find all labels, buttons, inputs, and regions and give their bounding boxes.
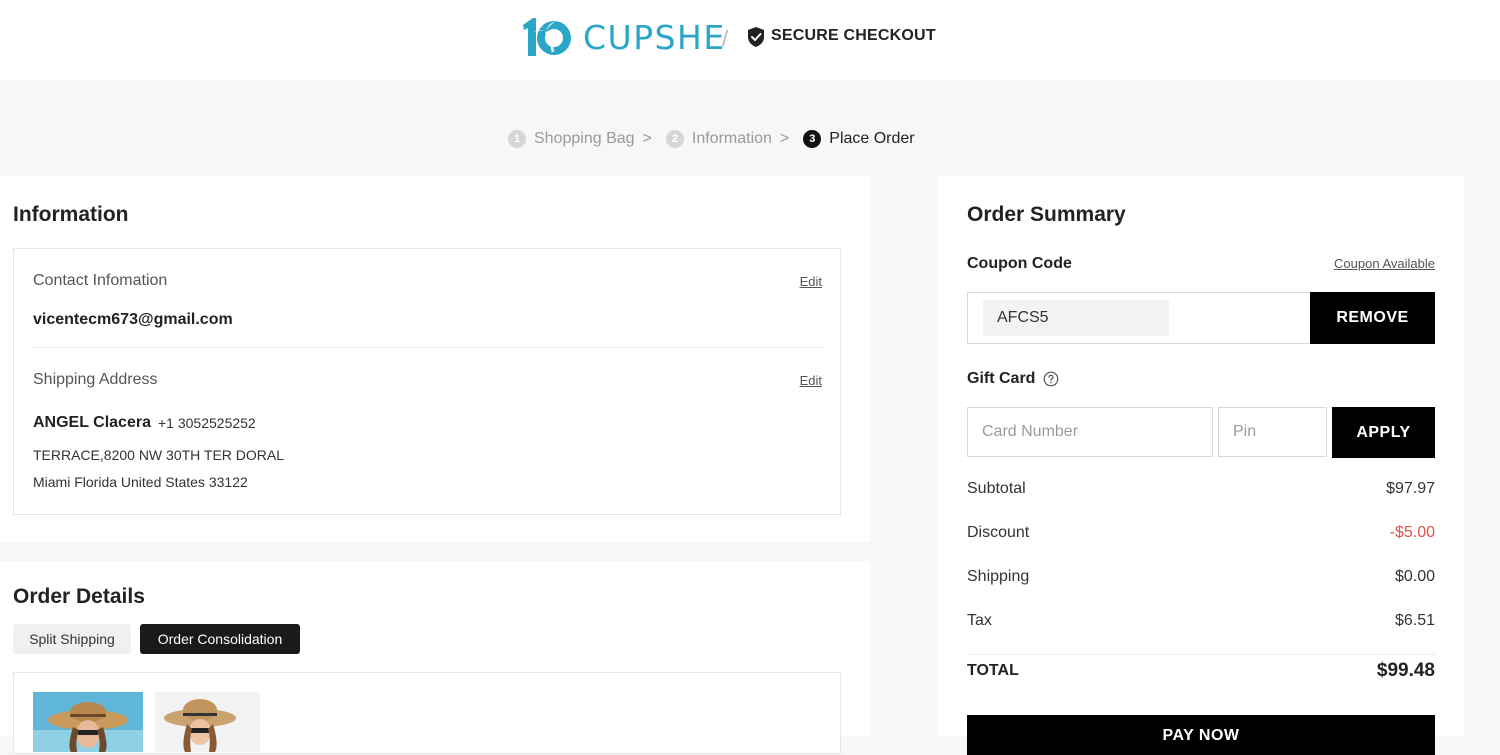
order-summary-title: Order Summary [967, 203, 1126, 226]
product-image[interactable] [155, 692, 260, 752]
tab-split-shipping[interactable]: Split Shipping [13, 624, 131, 654]
step-number: 3 [803, 130, 822, 148]
address-line-2: Miami Florida United States 33122 [33, 474, 248, 490]
header-separator: / [722, 26, 729, 51]
subtotal-row: Subtotal $97.97 [967, 480, 1435, 498]
step-number: 2 [665, 130, 684, 148]
subtotal-value: $97.97 [1386, 480, 1435, 497]
coupon-code-label: Coupon Code [967, 255, 1072, 272]
remove-coupon-button[interactable]: REMOVE [1310, 292, 1435, 344]
divider [967, 654, 1435, 655]
step-label: Place Order [829, 130, 915, 147]
shipping-address-label: Shipping Address [33, 371, 158, 388]
recipient-phone: +1 3052525252 [158, 415, 256, 431]
total-label: TOTAL [967, 662, 1019, 679]
order-details-card: Order Details Split Shipping Order Conso… [0, 561, 870, 754]
step-label: Information [691, 130, 772, 147]
tab-order-consolidation[interactable]: Order Consolidation [140, 624, 300, 654]
discount-row: Discount -$5.00 [967, 524, 1435, 542]
total-value: $99.48 [1376, 660, 1435, 681]
cupshe-logo-icon[interactable] [520, 16, 574, 58]
divider [33, 347, 823, 348]
shipping-value: $0.00 [1394, 568, 1435, 585]
secure-checkout-label: SECURE CHECKOUT [771, 27, 936, 44]
information-box: Contact Infomation Edit vicentecm673@gma… [13, 248, 841, 515]
contact-email: vicentecm673@gmail.com [33, 311, 233, 328]
information-title: Information [13, 203, 129, 226]
subtotal-label: Subtotal [967, 480, 1026, 497]
step-separator: > [779, 130, 790, 147]
discount-value: -$5.00 [1389, 524, 1435, 541]
information-card: Information Contact Infomation Edit vice… [0, 176, 870, 542]
coupon-available-link[interactable]: Coupon Available [1334, 256, 1435, 271]
step-separator: > [642, 130, 652, 147]
discount-label: Discount [967, 524, 1030, 541]
question-circle-icon[interactable] [1043, 371, 1059, 387]
checkout-steps: 1 Shopping Bag > 2 Information > 3 Place… [508, 128, 915, 150]
pay-now-button[interactable]: PAY NOW [967, 715, 1435, 755]
tax-row: Tax $6.51 [967, 612, 1435, 630]
checkout-header: CUPSHE / SECURE CHECKOUT [0, 0, 1500, 80]
coupon-input-box: AFCS5 [967, 292, 1310, 344]
tax-value: $6.51 [1394, 612, 1435, 629]
shield-check-icon [748, 27, 764, 47]
brand-name[interactable]: CUPSHE [583, 18, 726, 57]
gift-card-label: Gift Card [967, 370, 1036, 387]
shipping-label: Shipping [967, 568, 1030, 585]
gift-card-number-input[interactable] [967, 407, 1213, 457]
recipient-name: ANGEL Clacera [33, 414, 151, 431]
shipping-row: Shipping $0.00 [967, 568, 1435, 586]
step-shopping-bag[interactable]: 1 Shopping Bag [508, 130, 635, 148]
step-number: 1 [508, 130, 526, 148]
tax-label: Tax [967, 612, 992, 629]
step-place-order: 3 Place Order [803, 130, 915, 148]
contact-info-label: Contact Infomation [33, 272, 168, 289]
order-details-title: Order Details [13, 585, 145, 608]
applied-coupon: AFCS5 [983, 300, 1169, 336]
edit-contact-link[interactable]: Edit [800, 274, 822, 289]
order-summary-card: Order Summary Coupon Code Coupon Availab… [938, 176, 1464, 755]
order-items-box [13, 672, 841, 754]
apply-gift-card-button[interactable]: APPLY [1332, 407, 1435, 458]
total-row: TOTAL $99.48 [967, 660, 1435, 682]
product-image[interactable] [33, 692, 143, 752]
step-label: Shopping Bag [534, 130, 635, 147]
gift-card-pin-input[interactable] [1218, 407, 1327, 457]
edit-shipping-link[interactable]: Edit [800, 373, 822, 388]
address-line-1: TERRACE,8200 NW 30TH TER DORAL [33, 447, 285, 463]
step-information[interactable]: 2 Information [665, 130, 772, 148]
